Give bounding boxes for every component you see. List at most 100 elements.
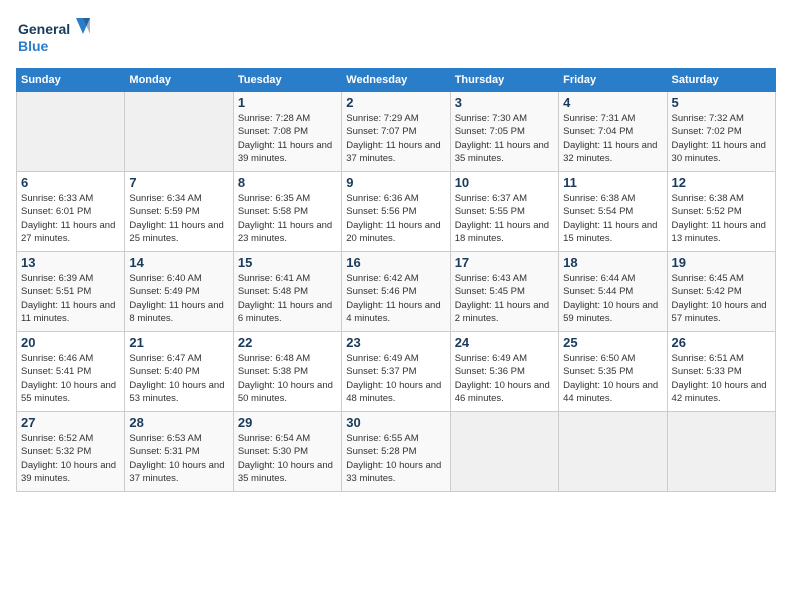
day-number: 11 <box>563 175 662 190</box>
calendar-cell: 24 Sunrise: 6:49 AM Sunset: 5:36 PM Dayli… <box>450 332 558 412</box>
logo: General Blue <box>16 16 96 56</box>
calendar-week-row: 20 Sunrise: 6:46 AM Sunset: 5:41 PM Dayli… <box>17 332 776 412</box>
calendar-cell: 30 Sunrise: 6:55 AM Sunset: 5:28 PM Dayli… <box>342 412 450 492</box>
calendar-cell: 19 Sunrise: 6:45 AM Sunset: 5:42 PM Dayli… <box>667 252 775 332</box>
calendar-cell: 23 Sunrise: 6:49 AM Sunset: 5:37 PM Dayli… <box>342 332 450 412</box>
calendar-cell: 3 Sunrise: 7:30 AM Sunset: 7:05 PM Daylig… <box>450 92 558 172</box>
day-info: Sunrise: 6:48 AM Sunset: 5:38 PM Dayligh… <box>238 352 337 405</box>
calendar-cell: 12Sunrise: 6:38 AM Sunset: 5:52 PM Dayli… <box>667 172 775 252</box>
day-number: 2 <box>346 95 445 110</box>
calendar-cell <box>125 92 233 172</box>
calendar-cell: 2 Sunrise: 7:29 AM Sunset: 7:07 PM Daylig… <box>342 92 450 172</box>
day-number: 28 <box>129 415 228 430</box>
day-number: 6 <box>21 175 120 190</box>
day-number: 12 <box>672 175 771 190</box>
day-info: Sunrise: 6:55 AM Sunset: 5:28 PM Dayligh… <box>346 432 445 485</box>
calendar-table: SundayMondayTuesdayWednesdayThursdayFrid… <box>16 68 776 492</box>
calendar-cell: 17 Sunrise: 6:43 AM Sunset: 5:45 PM Dayli… <box>450 252 558 332</box>
svg-text:General: General <box>18 21 70 37</box>
day-number: 5 <box>672 95 771 110</box>
day-info: Sunrise: 6:44 AM Sunset: 5:44 PM Dayligh… <box>563 272 662 325</box>
day-info: Sunrise: 6:52 AM Sunset: 5:32 PM Dayligh… <box>21 432 120 485</box>
calendar-cell <box>17 92 125 172</box>
day-number: 16 <box>346 255 445 270</box>
page-header: General Blue <box>16 16 776 56</box>
calendar-cell: 27 Sunrise: 6:52 AM Sunset: 5:32 PM Dayli… <box>17 412 125 492</box>
column-header-tuesday: Tuesday <box>233 69 341 92</box>
day-number: 21 <box>129 335 228 350</box>
calendar-cell: 5 Sunrise: 7:32 AM Sunset: 7:02 PM Daylig… <box>667 92 775 172</box>
day-info: Sunrise: 6:53 AM Sunset: 5:31 PM Dayligh… <box>129 432 228 485</box>
day-info: Sunrise: 6:46 AM Sunset: 5:41 PM Dayligh… <box>21 352 120 405</box>
day-info: Sunrise: 6:50 AM Sunset: 5:35 PM Dayligh… <box>563 352 662 405</box>
calendar-week-row: 6Sunrise: 6:33 AM Sunset: 6:01 PM Daylig… <box>17 172 776 252</box>
calendar-week-row: 13 Sunrise: 6:39 AM Sunset: 5:51 PM Dayli… <box>17 252 776 332</box>
day-number: 3 <box>455 95 554 110</box>
day-number: 8 <box>238 175 337 190</box>
day-info: Sunrise: 6:54 AM Sunset: 5:30 PM Dayligh… <box>238 432 337 485</box>
calendar-cell: 29Sunrise: 6:54 AM Sunset: 5:30 PM Dayli… <box>233 412 341 492</box>
day-number: 25 <box>563 335 662 350</box>
day-number: 18 <box>563 255 662 270</box>
day-number: 17 <box>455 255 554 270</box>
calendar-cell: 14Sunrise: 6:40 AM Sunset: 5:49 PM Dayli… <box>125 252 233 332</box>
calendar-cell: 25 Sunrise: 6:50 AM Sunset: 5:35 PM Dayli… <box>559 332 667 412</box>
calendar-cell: 10 Sunrise: 6:37 AM Sunset: 5:55 PM Dayli… <box>450 172 558 252</box>
day-number: 1 <box>238 95 337 110</box>
day-number: 22 <box>238 335 337 350</box>
column-header-saturday: Saturday <box>667 69 775 92</box>
calendar-cell <box>450 412 558 492</box>
day-info: Sunrise: 6:40 AM Sunset: 5:49 PM Dayligh… <box>129 272 228 325</box>
day-info: Sunrise: 6:49 AM Sunset: 5:37 PM Dayligh… <box>346 352 445 405</box>
calendar-cell: 6Sunrise: 6:33 AM Sunset: 6:01 PM Daylig… <box>17 172 125 252</box>
calendar-cell: 22 Sunrise: 6:48 AM Sunset: 5:38 PM Dayli… <box>233 332 341 412</box>
logo-svg: General Blue <box>16 16 96 56</box>
day-number: 4 <box>563 95 662 110</box>
day-info: Sunrise: 7:29 AM Sunset: 7:07 PM Dayligh… <box>346 112 445 165</box>
day-info: Sunrise: 6:43 AM Sunset: 5:45 PM Dayligh… <box>455 272 554 325</box>
day-info: Sunrise: 7:30 AM Sunset: 7:05 PM Dayligh… <box>455 112 554 165</box>
column-header-wednesday: Wednesday <box>342 69 450 92</box>
calendar-header-row: SundayMondayTuesdayWednesdayThursdayFrid… <box>17 69 776 92</box>
day-info: Sunrise: 6:49 AM Sunset: 5:36 PM Dayligh… <box>455 352 554 405</box>
day-number: 24 <box>455 335 554 350</box>
day-info: Sunrise: 6:45 AM Sunset: 5:42 PM Dayligh… <box>672 272 771 325</box>
calendar-cell: 11 Sunrise: 6:38 AM Sunset: 5:54 PM Dayli… <box>559 172 667 252</box>
calendar-week-row: 1Sunrise: 7:28 AM Sunset: 7:08 PM Daylig… <box>17 92 776 172</box>
day-number: 9 <box>346 175 445 190</box>
day-number: 7 <box>129 175 228 190</box>
calendar-cell: 15Sunrise: 6:41 AM Sunset: 5:48 PM Dayli… <box>233 252 341 332</box>
svg-text:Blue: Blue <box>18 38 49 54</box>
day-info: Sunrise: 6:39 AM Sunset: 5:51 PM Dayligh… <box>21 272 120 325</box>
day-info: Sunrise: 6:35 AM Sunset: 5:58 PM Dayligh… <box>238 192 337 245</box>
calendar-cell: 21 Sunrise: 6:47 AM Sunset: 5:40 PM Dayli… <box>125 332 233 412</box>
column-header-thursday: Thursday <box>450 69 558 92</box>
column-header-sunday: Sunday <box>17 69 125 92</box>
calendar-cell: 26Sunrise: 6:51 AM Sunset: 5:33 PM Dayli… <box>667 332 775 412</box>
day-number: 13 <box>21 255 120 270</box>
calendar-cell: 13 Sunrise: 6:39 AM Sunset: 5:51 PM Dayli… <box>17 252 125 332</box>
day-number: 27 <box>21 415 120 430</box>
day-info: Sunrise: 7:32 AM Sunset: 7:02 PM Dayligh… <box>672 112 771 165</box>
day-info: Sunrise: 6:37 AM Sunset: 5:55 PM Dayligh… <box>455 192 554 245</box>
day-number: 15 <box>238 255 337 270</box>
calendar-cell: 20 Sunrise: 6:46 AM Sunset: 5:41 PM Dayli… <box>17 332 125 412</box>
calendar-cell: 18 Sunrise: 6:44 AM Sunset: 5:44 PM Dayli… <box>559 252 667 332</box>
column-header-friday: Friday <box>559 69 667 92</box>
column-header-monday: Monday <box>125 69 233 92</box>
calendar-cell: 7 Sunrise: 6:34 AM Sunset: 5:59 PM Daylig… <box>125 172 233 252</box>
day-number: 10 <box>455 175 554 190</box>
day-info: Sunrise: 6:34 AM Sunset: 5:59 PM Dayligh… <box>129 192 228 245</box>
day-number: 20 <box>21 335 120 350</box>
day-info: Sunrise: 6:36 AM Sunset: 5:56 PM Dayligh… <box>346 192 445 245</box>
day-info: Sunrise: 6:47 AM Sunset: 5:40 PM Dayligh… <box>129 352 228 405</box>
day-info: Sunrise: 6:42 AM Sunset: 5:46 PM Dayligh… <box>346 272 445 325</box>
calendar-cell <box>667 412 775 492</box>
day-info: Sunrise: 6:38 AM Sunset: 5:54 PM Dayligh… <box>563 192 662 245</box>
calendar-cell: 4Sunrise: 7:31 AM Sunset: 7:04 PM Daylig… <box>559 92 667 172</box>
calendar-cell: 1Sunrise: 7:28 AM Sunset: 7:08 PM Daylig… <box>233 92 341 172</box>
day-number: 30 <box>346 415 445 430</box>
day-number: 26 <box>672 335 771 350</box>
day-number: 19 <box>672 255 771 270</box>
day-number: 23 <box>346 335 445 350</box>
